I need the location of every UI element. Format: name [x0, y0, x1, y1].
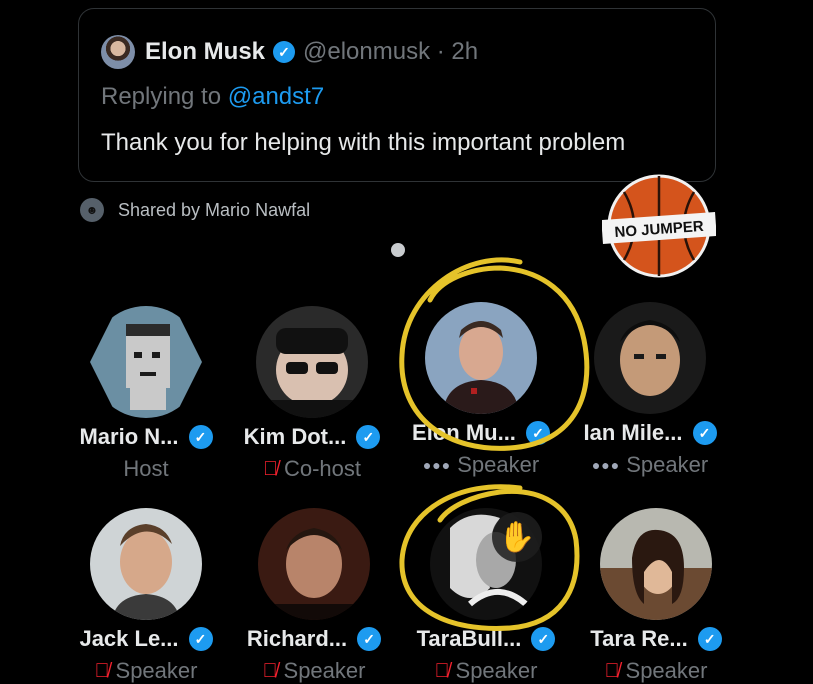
speaker-name-text: TaraBull... [416, 626, 522, 651]
mic-off-icon: 🎙̸ [434, 659, 450, 682]
verified-badge-icon: ✓ [697, 627, 722, 651]
speaker-role: 🎙̸ Speaker [396, 658, 576, 684]
verified-badge-icon: ✓ [188, 425, 213, 449]
speaker-role: 🎙̸ Speaker [56, 658, 236, 684]
raised-hand-icon: ✋ [492, 512, 542, 562]
shared-by-text: Shared by Mario Nawfal [118, 199, 311, 220]
speaker-role: 🎙̸ Co-host [222, 456, 402, 482]
speaker-role-text: Co-host [283, 456, 362, 481]
speaker-avatar[interactable] [594, 302, 706, 414]
speaker-name-text: Ian Mile... [583, 420, 683, 445]
shared-by-avatar: ☻ [80, 198, 104, 222]
author-name[interactable]: Elon Musk [145, 38, 265, 66]
verified-badge-icon: ✓ [188, 627, 213, 651]
replying-to-line: Replying to @andst7 [101, 83, 324, 111]
speaker-role-text: Speaker [455, 658, 538, 683]
speaker-avatar[interactable] [425, 302, 537, 414]
speaker-avatar[interactable] [90, 306, 202, 418]
verified-badge-icon: ✓ [692, 421, 717, 445]
shared-by-row[interactable]: ☻ Shared by Mario Nawfal [80, 198, 310, 222]
speaker-name-text: Tara Re... [590, 626, 688, 651]
speaker-name-text: Kim Dot... [243, 424, 347, 449]
speaker-role-text: Speaker [283, 658, 366, 683]
speaker-name: Richard... ✓ [224, 626, 404, 652]
speaker-avatar[interactable] [256, 306, 368, 418]
speaker-name: Jack Le... ✓ [56, 626, 236, 652]
speaking-dots-icon: ●●● [591, 457, 621, 473]
speaker-name: Mario N... ✓ [56, 424, 236, 450]
speaker-avatar[interactable] [90, 508, 202, 620]
speaker-name-text: Jack Le... [79, 626, 179, 651]
speaker-role: 🎙̸ Speaker [566, 658, 746, 684]
verified-badge-icon: ✓ [357, 627, 382, 651]
mic-off-icon: 🎙̸ [94, 659, 110, 682]
verified-badge-icon: ✓ [525, 421, 550, 445]
speaker-name: TaraBull... ✓ [396, 626, 576, 652]
author-handle-time: @elonmusk · 2h [303, 38, 479, 65]
speaker-name-text: Mario N... [79, 424, 179, 449]
speaker-name: Kim Dot... ✓ [222, 424, 402, 450]
speaker-name-text: Elon Mu... [412, 420, 516, 445]
quoted-tweet-card[interactable]: Elon Musk ✓ @elonmusk · 2h Replying to @… [78, 8, 716, 182]
tweet-text: Thank you for helping with this importan… [101, 129, 626, 156]
speaker-name: Ian Mile... ✓ [560, 420, 740, 446]
mic-off-icon: 🎙̸ [262, 659, 278, 682]
speaker-name: Elon Mu... ✓ [391, 420, 571, 446]
speaker-role-text: Host [123, 456, 169, 481]
replying-to-mention[interactable]: @andst7 [228, 83, 324, 110]
speaker-role-text: Speaker [457, 452, 540, 477]
speaker-avatar[interactable] [600, 508, 712, 620]
verified-badge-icon: ✓ [531, 627, 556, 651]
speaker-name: Tara Re... ✓ [566, 626, 746, 652]
mic-off-icon: 🎙̸ [262, 457, 278, 480]
speaker-role: ●●● Speaker [560, 452, 740, 478]
speaking-dots-icon: ●●● [422, 457, 452, 473]
speaker-role: Host [56, 456, 236, 482]
replying-to-label: Replying to [101, 83, 222, 110]
speaker-role: 🎙̸ Speaker [224, 658, 404, 684]
speaker-role-text: Speaker [625, 658, 708, 683]
speaker-avatar[interactable] [258, 508, 370, 620]
page-indicator-dot [391, 243, 405, 257]
speaker-role-text: Speaker [115, 658, 198, 683]
speaker-role-text: Speaker [626, 452, 709, 477]
author-avatar[interactable] [101, 35, 135, 69]
verified-badge-icon: ✓ [273, 41, 296, 63]
no-jumper-logo: NO JUMPER [602, 174, 716, 278]
verified-badge-icon: ✓ [356, 425, 381, 449]
speaker-name-text: Richard... [246, 626, 348, 651]
mic-off-icon: 🎙̸ [604, 659, 620, 682]
tweet-author-row: Elon Musk ✓ @elonmusk · 2h [101, 35, 478, 69]
speaker-role: ●●● Speaker [391, 452, 571, 478]
